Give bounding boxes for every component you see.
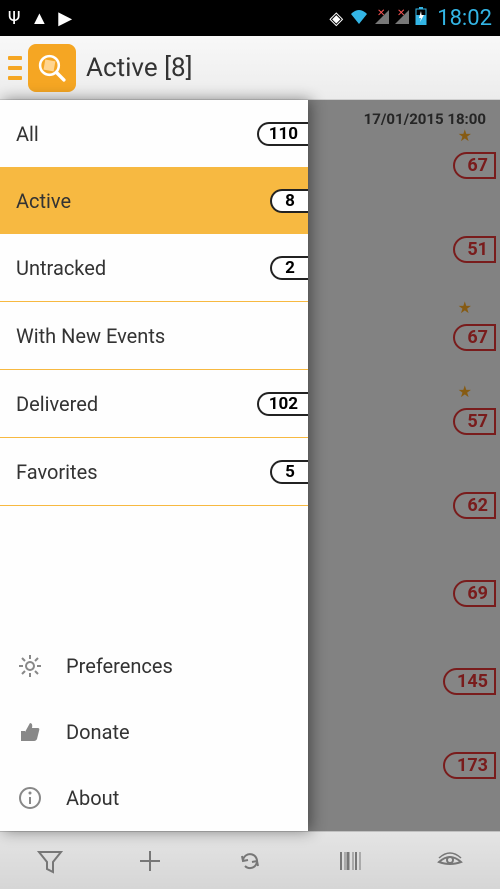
- drawer-filter-label: Favorites: [16, 460, 98, 484]
- drawer-preferences[interactable]: Preferences: [0, 633, 308, 699]
- drawer-filter-with-new-events[interactable]: With New Events: [0, 302, 308, 369]
- divider: [0, 505, 308, 506]
- drawer-bottom: Preferences Donate About: [0, 633, 308, 831]
- status-left: Ψ ▲ ▶: [8, 8, 72, 29]
- drawer-donate[interactable]: Donate: [0, 699, 308, 765]
- drawer-filter-favorites[interactable]: Favorites 5: [0, 438, 308, 505]
- drawer-filter-label: All: [16, 122, 39, 146]
- drawer-filter-active[interactable]: Active 8: [0, 167, 308, 234]
- signal-1-icon: ✕: [375, 8, 389, 29]
- count-badge: 2: [270, 256, 308, 280]
- svg-text:✕: ✕: [377, 8, 385, 19]
- menu-icon[interactable]: [8, 48, 22, 88]
- signal-2-icon: ✕: [395, 8, 409, 29]
- drawer-filter-label: Delivered: [16, 392, 98, 416]
- filter-button[interactable]: [0, 832, 100, 889]
- page-title: Active [8]: [86, 53, 192, 83]
- count-badge: 5: [270, 460, 308, 484]
- drawer-about[interactable]: About: [0, 765, 308, 831]
- status-right: ◈ ✕ ✕ 18:02: [329, 6, 492, 31]
- view-button[interactable]: [400, 832, 500, 889]
- info-icon: [16, 784, 44, 812]
- svg-text:✕: ✕: [397, 8, 405, 19]
- drawer-filter-all[interactable]: All 110: [0, 100, 308, 167]
- refresh-button[interactable]: [200, 832, 300, 889]
- content-area: 17/01/2015 18:00 ★ург, CDEK67nd ghcbhghj…: [0, 100, 500, 831]
- bottom-toolbar: [0, 831, 500, 889]
- drawer-filter-label: Active: [16, 189, 71, 213]
- drawer-bottom-label: Preferences: [66, 654, 173, 678]
- gear-icon: [16, 652, 44, 680]
- add-button[interactable]: [100, 832, 200, 889]
- warning-icon: ▲: [30, 8, 48, 29]
- drawer-bottom-label: About: [66, 786, 119, 810]
- app-icon[interactable]: [28, 44, 76, 92]
- drawer-filter-label: With New Events: [16, 324, 165, 348]
- drawer-filter-untracked[interactable]: Untracked 2: [0, 234, 308, 301]
- battery-icon: [415, 7, 427, 30]
- status-bar: Ψ ▲ ▶ ◈ ✕ ✕ 18:02: [0, 0, 500, 36]
- drawer-bottom-label: Donate: [66, 720, 130, 744]
- count-badge: 8: [270, 189, 308, 213]
- play-store-icon: ▶: [58, 8, 72, 29]
- drawer-filter-label: Untracked: [16, 256, 106, 280]
- drawer-filter-delivered[interactable]: Delivered 102: [0, 370, 308, 437]
- barcode-button[interactable]: [300, 832, 400, 889]
- thumbs-up-icon: [16, 718, 44, 746]
- navigation-drawer: All 110 Active 8 Untracked 2 With New Events De…: [0, 100, 308, 831]
- count-badge: 102: [257, 392, 308, 416]
- count-badge: 110: [257, 122, 308, 146]
- wifi-icon: [349, 8, 369, 29]
- status-time: 18:02: [437, 6, 492, 31]
- vibrate-icon: ◈: [329, 8, 343, 29]
- drawer-filters: All 110 Active 8 Untracked 2 With New Events De…: [0, 100, 308, 633]
- usb-icon: Ψ: [8, 8, 20, 29]
- app-header: Active [8]: [0, 36, 500, 100]
